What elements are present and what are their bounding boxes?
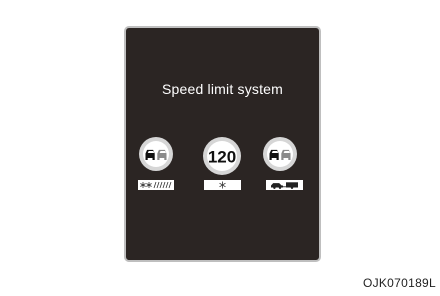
no-overtaking-sign-icon (139, 137, 173, 171)
trailer-plate (266, 180, 303, 190)
figure: Speed limit system 120 OJK070189L (0, 0, 440, 296)
snowflake-plate (204, 180, 241, 190)
speed-limit-value: 120 (208, 148, 236, 167)
snow-rain-plate (138, 180, 174, 190)
no-overtaking-sign-icon (263, 137, 297, 171)
display-title: Speed limit system (161, 81, 284, 97)
speed-limit-sign: 120 (200, 136, 244, 176)
figure-caption: OJK070189L (362, 276, 436, 290)
snow-rain-condition-icon (140, 181, 172, 189)
speed-limit-sign-icon: 120 (203, 137, 241, 175)
snowflake-icon (219, 181, 226, 189)
no-overtaking-sign-left (138, 136, 174, 172)
instrument-cluster-display: Speed limit system 120 (124, 26, 321, 262)
car-with-trailer-icon (271, 182, 298, 189)
no-overtaking-sign-right (262, 136, 298, 172)
